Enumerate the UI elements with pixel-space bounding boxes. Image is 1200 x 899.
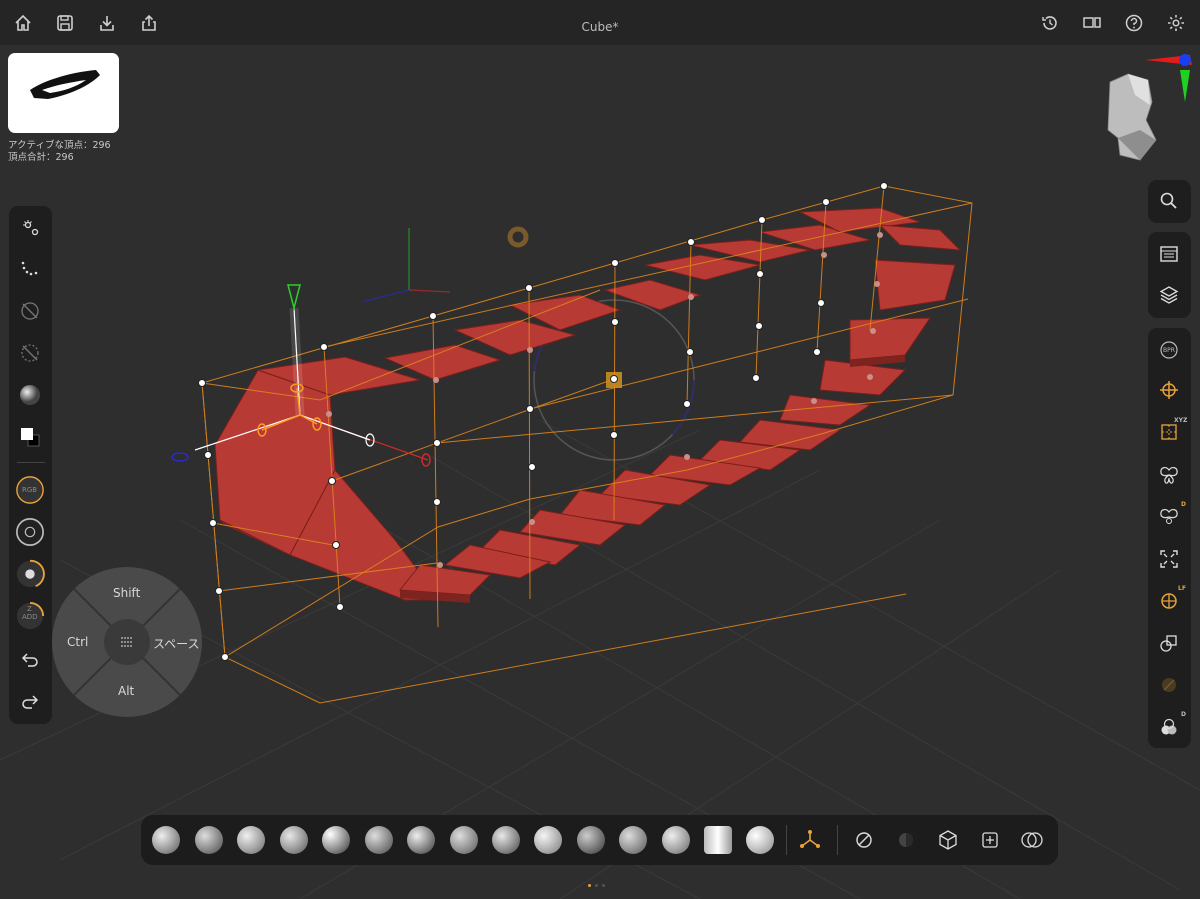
document-title: Cube* <box>581 20 619 34</box>
select-loop-icon[interactable] <box>12 251 48 287</box>
pinch-brush[interactable] <box>492 826 520 854</box>
top-bar: Cube* <box>0 0 1200 45</box>
z-add-button[interactable]: Z ADD <box>12 598 48 634</box>
page-dot-1[interactable] <box>588 884 591 887</box>
divider <box>837 825 838 855</box>
dam-standard-brush[interactable] <box>365 826 393 854</box>
polyframe-icon[interactable] <box>1151 667 1187 703</box>
clay-buildup-brush[interactable] <box>152 826 180 854</box>
mask-off-icon[interactable] <box>12 293 48 329</box>
vertex-stats: アクティブな頂点：296 頂点合計：296 <box>8 140 111 164</box>
gizmo-3d-icon[interactable] <box>797 827 823 853</box>
page-indicator <box>586 872 607 891</box>
3d-viewport[interactable] <box>0 45 1200 899</box>
chisel-brush[interactable] <box>662 826 690 854</box>
left-toolbar: RGB Z ADD <box>9 206 52 724</box>
rgb-mode-button[interactable]: RGB <box>12 472 48 508</box>
transpose-move-icon[interactable] <box>1151 372 1187 408</box>
butterfly-symmetry-icon[interactable] <box>1151 457 1187 493</box>
zadd-z-label: Z <box>27 605 32 613</box>
pivot-gear-icon <box>507 226 529 248</box>
radial-symmetry-icon[interactable]: D <box>1151 499 1187 535</box>
imm-parts-brush[interactable] <box>704 826 732 854</box>
undo-icon[interactable] <box>12 642 48 678</box>
draw-intensity-button[interactable] <box>12 556 48 592</box>
ring-preview-icon <box>30 70 100 99</box>
xyz-symmetry-icon[interactable]: XYZ <box>1151 414 1187 450</box>
move-topological-brush[interactable] <box>195 826 223 854</box>
trim-dynamic-brush[interactable] <box>450 826 478 854</box>
ctrl-key[interactable]: Ctrl <box>67 635 88 649</box>
material-sphere-icon[interactable] <box>12 377 48 413</box>
total-vertices: 頂点合計：296 <box>8 152 74 163</box>
snakehook-brush[interactable] <box>407 826 435 854</box>
dynamic-subdiv-icon[interactable]: D <box>1151 709 1187 745</box>
alt-key[interactable]: Alt <box>118 684 134 698</box>
rgb-label: RGB <box>22 486 38 494</box>
d1-label: D <box>1181 501 1186 508</box>
hpolish-brush[interactable] <box>619 826 647 854</box>
curve-brush[interactable] <box>746 826 774 854</box>
layers-icon[interactable] <box>1151 277 1187 313</box>
search-panel <box>1148 180 1191 223</box>
standard-brush[interactable] <box>237 826 265 854</box>
page-dot-3[interactable] <box>602 884 605 887</box>
model-thumbnail[interactable] <box>8 53 119 133</box>
local-transform-icon[interactable]: LF <box>1151 583 1187 619</box>
tool-panel <box>1148 232 1191 318</box>
solo-icon[interactable] <box>1151 625 1187 661</box>
lazy-mouse-icon[interactable] <box>893 827 919 853</box>
xyz-label: XYZ <box>1174 417 1188 424</box>
history-icon[interactable] <box>1038 11 1062 35</box>
inflate-brush[interactable] <box>322 826 350 854</box>
page-dot-2[interactable] <box>595 884 598 887</box>
orientation-head-widget[interactable] <box>1100 50 1200 165</box>
modifier-pad[interactable]: Shift Ctrl スペース Alt <box>52 567 202 717</box>
divider <box>786 825 787 855</box>
mask-grid-off-icon[interactable] <box>12 335 48 371</box>
shift-key[interactable]: Shift <box>113 586 140 600</box>
divider <box>17 462 45 463</box>
brush-bar <box>141 815 1058 865</box>
smooth-brush[interactable] <box>534 826 562 854</box>
bpr-render-button[interactable]: BPR <box>1151 332 1187 368</box>
lf-label: LF <box>1178 585 1186 592</box>
settings-gear-icon[interactable] <box>1164 11 1188 35</box>
stroke-icon[interactable] <box>12 514 48 550</box>
backface-mask-icon[interactable] <box>851 827 877 853</box>
layout-icon[interactable] <box>1080 11 1104 35</box>
right-toolbar: BPR XYZ D LF D <box>1148 328 1191 748</box>
tool-palette-icon[interactable] <box>1151 236 1187 272</box>
bpr-label: BPR <box>1163 347 1175 354</box>
zadd-label: ADD <box>22 613 38 621</box>
pad-center-button[interactable] <box>104 619 150 665</box>
space-key[interactable]: スペース <box>153 635 200 652</box>
select-points-icon[interactable] <box>12 210 48 246</box>
claybuildup-2-brush[interactable] <box>280 826 308 854</box>
cube-primitive-icon[interactable] <box>935 827 961 853</box>
color-swatch-icon[interactable] <box>12 419 48 455</box>
d2-label: D <box>1181 711 1186 718</box>
boolean-icon[interactable] <box>1019 827 1045 853</box>
add-subtool-icon[interactable] <box>977 827 1003 853</box>
frame-icon[interactable] <box>1151 541 1187 577</box>
redo-icon[interactable] <box>12 684 48 720</box>
active-vertices: アクティブな頂点：296 <box>8 140 111 151</box>
help-icon[interactable] <box>1122 11 1146 35</box>
search-icon[interactable] <box>1151 183 1187 219</box>
move-brush[interactable] <box>577 826 605 854</box>
